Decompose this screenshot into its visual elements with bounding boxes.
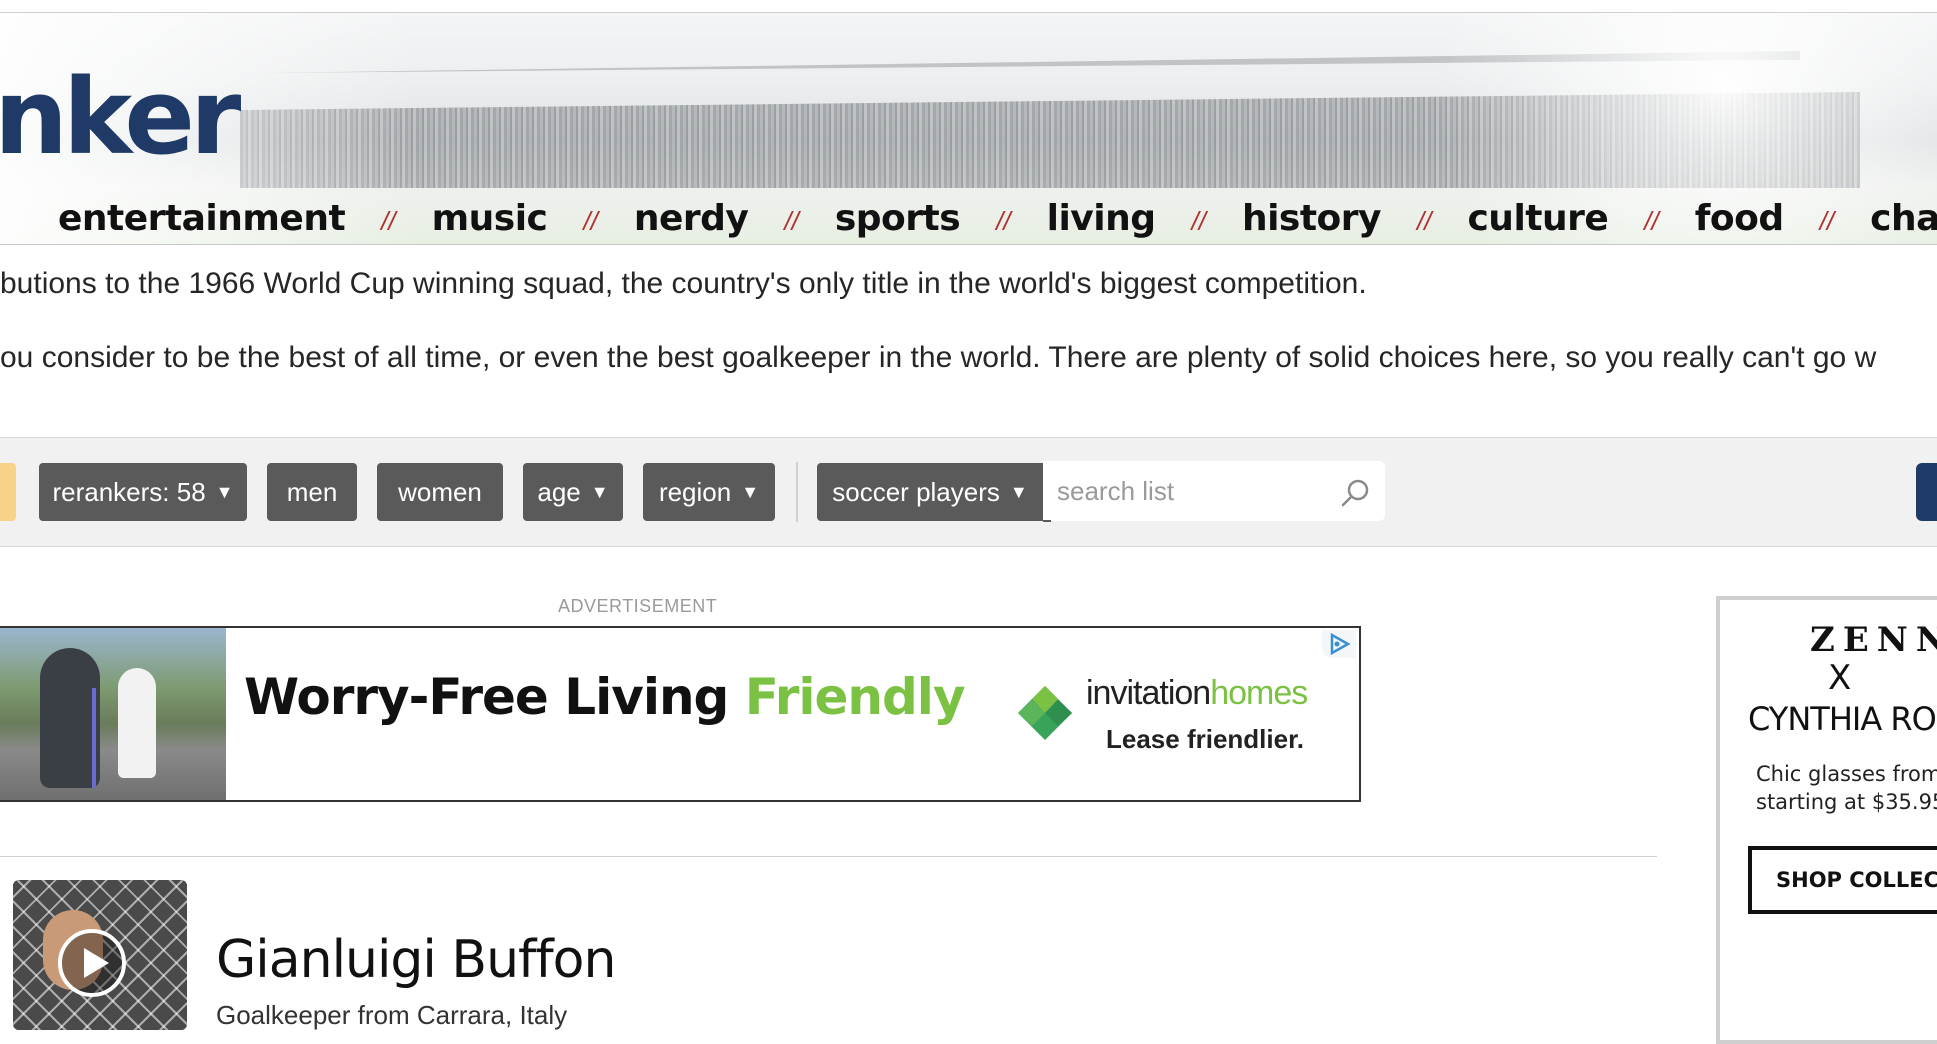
filter-women-label: women: [398, 476, 482, 507]
search-underline: [1043, 520, 1051, 522]
sidebar-ad-copy: Chic glasses from starting at $35.95: [1756, 760, 1937, 816]
shop-collection-button[interactable]: SHOP COLLECTION: [1748, 846, 1937, 914]
sidebar-ad-brand: ZENNI: [1810, 620, 1937, 660]
intro-paragraph-1: butions to the 1966 World Cup winning sq…: [0, 267, 1367, 300]
vote-tab[interactable]: [0, 463, 16, 521]
nav-item-history[interactable]: history: [1242, 198, 1382, 239]
nav-separator: //: [784, 205, 799, 236]
ad-headline-green: Friendly: [744, 668, 966, 726]
nav-item-entertainment[interactable]: entertainment: [58, 198, 346, 239]
invitation-homes-logo-icon: [1018, 686, 1072, 740]
age-label: age: [537, 476, 581, 507]
nav-item-channel[interactable]: channel: [1870, 198, 1937, 239]
ad-headline: Worry-Free Living Friendly: [244, 668, 966, 726]
ad-photo-child: [40, 648, 100, 788]
site-header: nker entertainment // music // nerdy // …: [0, 13, 1937, 245]
adchoices-icon[interactable]: [1322, 630, 1356, 658]
section-divider: [0, 856, 1657, 857]
filter-men-button[interactable]: men: [267, 463, 357, 521]
filter-divider: [796, 462, 798, 522]
sidebar-ad[interactable]: ZENNI X CYNTHIA ROWLEY Chic glasses from…: [1716, 596, 1937, 1044]
caret-down-icon: ▼: [590, 481, 609, 502]
nav-item-living[interactable]: living: [1047, 198, 1156, 239]
nav-separator: //: [1417, 205, 1432, 236]
caret-down-icon: ▼: [215, 481, 234, 502]
ad-tagline: Lease friendlier.: [1106, 724, 1304, 754]
filter-men-label: men: [286, 476, 338, 507]
ad-brand-dark: invitation: [1086, 674, 1211, 712]
nav-item-music[interactable]: music: [432, 198, 548, 239]
sidebar-ad-x: X: [1828, 658, 1852, 698]
nav-item-sports[interactable]: sports: [835, 198, 961, 239]
caret-down-icon: ▼: [1009, 481, 1028, 502]
nav-separator: //: [381, 205, 396, 236]
nav-separator: //: [996, 205, 1011, 236]
filter-women-button[interactable]: women: [377, 463, 503, 521]
rerankers-dropdown[interactable]: rerankers: 58 ▼: [39, 463, 247, 521]
region-label: region: [658, 476, 732, 507]
category-label: soccer players: [832, 476, 1000, 507]
sidebar-ad-partner: CYNTHIA ROWLEY: [1748, 700, 1937, 738]
ad-headline-dark: Worry-Free Living: [244, 668, 745, 726]
player-subtitle: Goalkeeper from Carrara, Italy: [216, 1000, 568, 1030]
header-divider: [0, 244, 1937, 245]
nav-separator: //: [1191, 205, 1206, 236]
nav-item-culture[interactable]: culture: [1467, 198, 1608, 239]
category-dropdown[interactable]: soccer players ▼: [817, 463, 1043, 521]
search-input[interactable]: [1055, 467, 1329, 515]
sidebar-ad-copy-line2: starting at $35.95: [1756, 790, 1937, 814]
main-nav: entertainment // music // nerdy // sport…: [0, 193, 1937, 243]
nav-item-food[interactable]: food: [1695, 198, 1784, 239]
caret-down-icon: ▼: [741, 481, 760, 502]
intro-paragraph-2: ou consider to be the best of all time, …: [0, 341, 1877, 374]
player-thumbnail[interactable]: [13, 880, 187, 1030]
ad-brand-green: homes: [1210, 674, 1308, 712]
nav-separator: //: [1644, 205, 1659, 236]
region-dropdown[interactable]: region ▼: [643, 463, 775, 521]
search-icon[interactable]: [1339, 477, 1371, 509]
advertisement-label: ADVERTISEMENT: [558, 596, 718, 616]
age-dropdown[interactable]: age ▼: [523, 463, 623, 521]
ad-photo: [0, 628, 226, 800]
ad-photo-child: [118, 668, 156, 778]
banner-ad[interactable]: Worry-Free Living Friendly invitationhom…: [0, 626, 1361, 802]
ad-photo-scooter: [92, 688, 96, 788]
nav-item-nerdy[interactable]: nerdy: [634, 198, 749, 239]
add-button[interactable]: [1916, 463, 1937, 521]
nav-separator: //: [1819, 205, 1835, 236]
player-name[interactable]: Gianluigi Buffon: [216, 930, 616, 990]
sidebar-ad-copy-line1: Chic glasses from: [1756, 762, 1937, 786]
play-icon[interactable]: [57, 928, 127, 998]
ad-brand: invitationhomes: [1086, 674, 1308, 713]
site-logo[interactable]: nker: [0, 65, 241, 169]
nav-separator: //: [583, 205, 598, 236]
rerankers-label: rerankers: 58: [52, 476, 206, 507]
search-box: [1043, 461, 1385, 521]
